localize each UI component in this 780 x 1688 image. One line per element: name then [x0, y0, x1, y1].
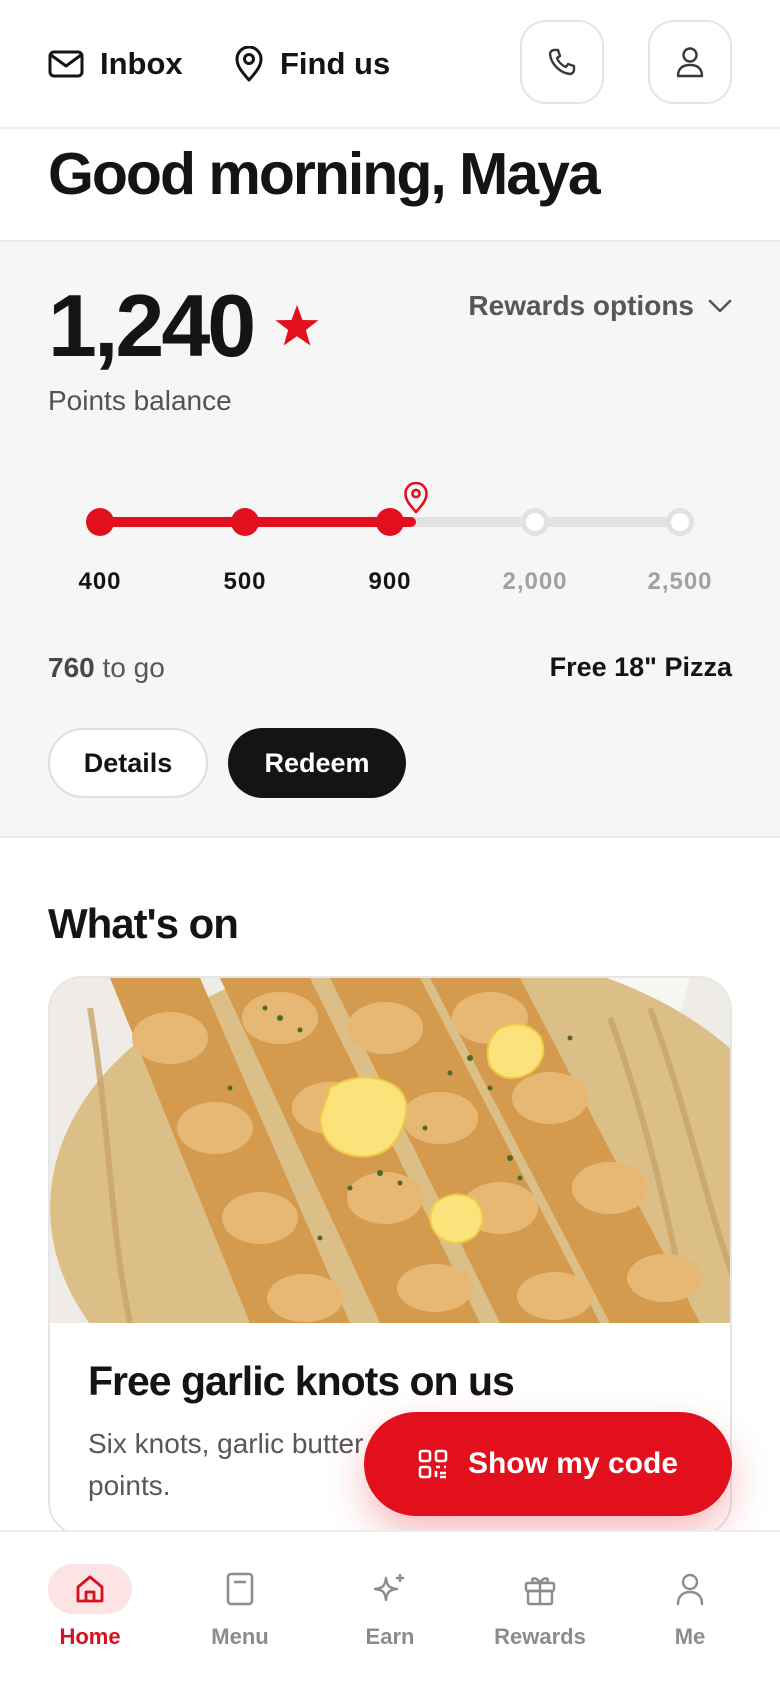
rewards-panel: 1,240 Points balance Rewards options 400… — [0, 240, 780, 838]
points-balance: 1,240 — [48, 282, 321, 370]
phone-icon — [548, 48, 576, 76]
top-bar: Inbox Find us — [0, 0, 780, 129]
chevron-down-icon — [708, 299, 732, 313]
nav-menu[interactable]: Menu — [180, 1564, 300, 1650]
points-to-go: 760 to go — [48, 652, 165, 684]
user-icon — [676, 47, 704, 78]
gift-icon — [524, 1577, 556, 1606]
current-position-pin-icon — [404, 482, 428, 514]
milestone-marker — [231, 508, 259, 536]
rewards-options-label: Rewards options — [468, 290, 694, 321]
milestone-marker — [666, 508, 694, 536]
milestone-marker — [86, 508, 114, 536]
milestone-label: 2,500 — [647, 568, 713, 595]
nav-rewards-label: Rewards — [494, 1624, 586, 1649]
home-icon — [76, 1575, 104, 1603]
points-value: 1,240 — [48, 276, 256, 375]
to-go-suffix: to go — [94, 652, 165, 683]
to-go-value: 760 — [48, 652, 95, 683]
show-my-code-label: Show my code — [467, 1447, 679, 1480]
user-icon — [676, 1573, 704, 1606]
inbox-label: Inbox — [100, 46, 183, 81]
next-reward-name: Free 18" Pizza — [549, 652, 732, 682]
bottom-navigation: Home Menu Earn Rewards Me — [0, 1530, 780, 1688]
promo-title: Free garlic knots on us — [88, 1358, 515, 1404]
sparkle-icon — [373, 1574, 404, 1602]
find-us-label: Find us — [280, 46, 391, 81]
menu-book-icon — [226, 1572, 254, 1606]
nav-home-label: Home — [59, 1624, 121, 1649]
nav-home[interactable]: Home — [30, 1564, 150, 1650]
qr-code-icon — [418, 1449, 448, 1479]
nav-rewards[interactable]: Rewards — [480, 1564, 600, 1650]
nav-menu-label: Menu — [211, 1624, 269, 1649]
star-icon — [275, 305, 319, 346]
greeting-title: Good morning, Maya — [48, 141, 601, 207]
whats-on-title: What's on — [48, 900, 239, 947]
nav-me[interactable]: Me — [630, 1564, 750, 1650]
milestone-marker — [521, 508, 549, 536]
milestone-label: 900 — [368, 568, 412, 595]
show-my-code-button[interactable]: Show my code — [364, 1412, 732, 1516]
points-label: Points balance — [48, 385, 232, 416]
location-pin-icon — [235, 46, 263, 82]
inbox-link[interactable]: Inbox — [48, 40, 183, 88]
details-button[interactable]: Details — [48, 728, 208, 798]
nav-earn[interactable]: Earn — [330, 1564, 450, 1650]
call-button[interactable] — [520, 20, 604, 104]
nav-earn-label: Earn — [365, 1624, 415, 1649]
milestone-label: 2,000 — [502, 568, 568, 595]
nav-me-label: Me — [674, 1624, 706, 1649]
profile-button[interactable] — [648, 20, 732, 104]
milestone-label: 500 — [223, 568, 267, 595]
redeem-button[interactable]: Redeem — [228, 728, 406, 798]
envelope-icon — [48, 50, 84, 78]
milestone-label: 400 — [78, 568, 122, 595]
garlic-knots-image — [50, 978, 730, 1323]
find-us-link[interactable]: Find us — [234, 40, 390, 88]
rewards-options-dropdown[interactable]: Rewards options — [468, 290, 732, 322]
milestone-marker — [376, 508, 404, 536]
